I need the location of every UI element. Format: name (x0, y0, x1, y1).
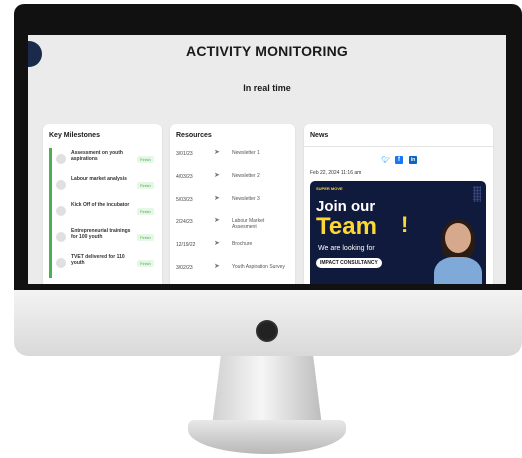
linkedin-icon[interactable]: in (409, 156, 417, 164)
status-badge: Finish (137, 156, 154, 163)
status-badge: Finish (137, 234, 154, 241)
divider (304, 146, 493, 147)
resource-name: Newsletter 1 (232, 150, 260, 156)
milestone-label: Kick Off of the incubator (71, 202, 130, 208)
resource-row[interactable]: 3/02/23 ➤ Youth Aspiration Survey (176, 260, 291, 278)
news-image[interactable]: SUPER MOVE Join our Team ! We are lookin… (310, 181, 486, 284)
paper-plane-icon[interactable]: ➤ (214, 194, 220, 202)
milestone-label: TVET delivered for 110 youth (71, 254, 125, 266)
facebook-icon[interactable]: f (395, 156, 403, 164)
status-badge: Finish (137, 182, 154, 189)
news-date: Feb 22, 2024 11:16 am (310, 170, 362, 176)
promo-looking-text: We are looking for (318, 245, 375, 252)
milestone-label: Assessment on youth aspirations (71, 150, 123, 162)
dashboard-screen: ACTIVITY MONITORING In real time Key Mil… (28, 35, 506, 284)
milestone-item[interactable]: Kick Off of the incubator Finish (53, 200, 159, 222)
paper-plane-icon[interactable]: ➤ (214, 171, 220, 179)
monitor-logo (256, 320, 278, 342)
resource-date: 3/02/23 (176, 265, 193, 271)
resource-name: Newsletter 2 (232, 173, 260, 179)
resource-row[interactable]: 4/03/23 ➤ Newsletter 2 (176, 169, 291, 187)
paper-plane-icon[interactable]: ➤ (214, 216, 220, 224)
news-title: News (310, 132, 329, 139)
milestones-title: Key Milestones (49, 132, 100, 139)
resource-row[interactable]: 5/03/23 ➤ Newsletter 3 (176, 192, 291, 210)
resource-row[interactable]: 12/19/22 ➤ Brochure (176, 237, 291, 255)
resource-date: 12/19/22 (176, 242, 196, 248)
resource-name: Labour Market Assesment (232, 218, 265, 230)
promo-company-badge: IMPACT CONSULTANCY (316, 258, 382, 268)
resource-date: 3/01/23 (176, 151, 193, 157)
page-subtitle: In real time (243, 83, 291, 93)
check-circle-icon (56, 180, 66, 190)
page-title: ACTIVITY MONITORING (186, 43, 348, 59)
paper-plane-icon[interactable]: ➤ (214, 148, 220, 156)
resource-name: Newsletter 3 (232, 196, 260, 202)
check-circle-icon (56, 232, 66, 242)
resource-date: 2/24/23 (176, 219, 193, 225)
resource-date: 4/03/23 (176, 174, 193, 180)
monitor-base (188, 420, 346, 454)
status-badge: Finish (137, 260, 154, 267)
milestone-item[interactable]: Labour market analysis Finish (53, 174, 159, 196)
milestones-progress-rail (49, 148, 52, 278)
resource-name: Youth Aspiration Survey (232, 264, 285, 270)
milestones-card: Key Milestones Assessment on youth aspir… (43, 124, 162, 284)
promo-brand-logo: SUPER MOVE (316, 186, 343, 191)
monitor-stand (212, 356, 322, 426)
milestone-label: Labour market analysis (71, 176, 127, 182)
promo-team-text: Team (316, 213, 377, 240)
check-circle-icon (56, 154, 66, 164)
twitter-icon[interactable]: 🐦︎ (381, 156, 390, 164)
paper-plane-icon[interactable]: ➤ (214, 239, 220, 247)
milestone-label: Entrepreneurial trainings for 100 youth (71, 228, 131, 240)
person-photo (430, 219, 486, 284)
resource-row[interactable]: 3/01/23 ➤ Newsletter 1 (176, 146, 291, 164)
milestone-item[interactable]: TVET delivered for 110 youth Finish (53, 252, 159, 274)
milestone-item[interactable]: Assessment on youth aspirations Finish (53, 148, 159, 170)
promo-exclaim: ! (401, 212, 409, 237)
check-circle-icon (56, 206, 66, 216)
resources-card: Resources 3/01/23 ➤ Newsletter 1 4/03/23… (170, 124, 295, 284)
resource-row[interactable]: 2/24/23 ➤ Labour Market Assesment (176, 214, 291, 232)
resources-title: Resources (176, 132, 212, 139)
status-badge: Finish (137, 208, 154, 215)
paper-plane-icon[interactable]: ➤ (214, 262, 220, 270)
check-circle-icon (56, 258, 66, 268)
resource-date: 5/03/23 (176, 197, 193, 203)
decorative-dots (473, 186, 481, 202)
resource-name: Brochure (232, 241, 253, 247)
milestone-item[interactable]: Entrepreneurial trainings for 100 youth … (53, 226, 159, 248)
news-card: News 🐦︎ f in Feb 22, 2024 11:16 am SUPER… (304, 124, 493, 284)
